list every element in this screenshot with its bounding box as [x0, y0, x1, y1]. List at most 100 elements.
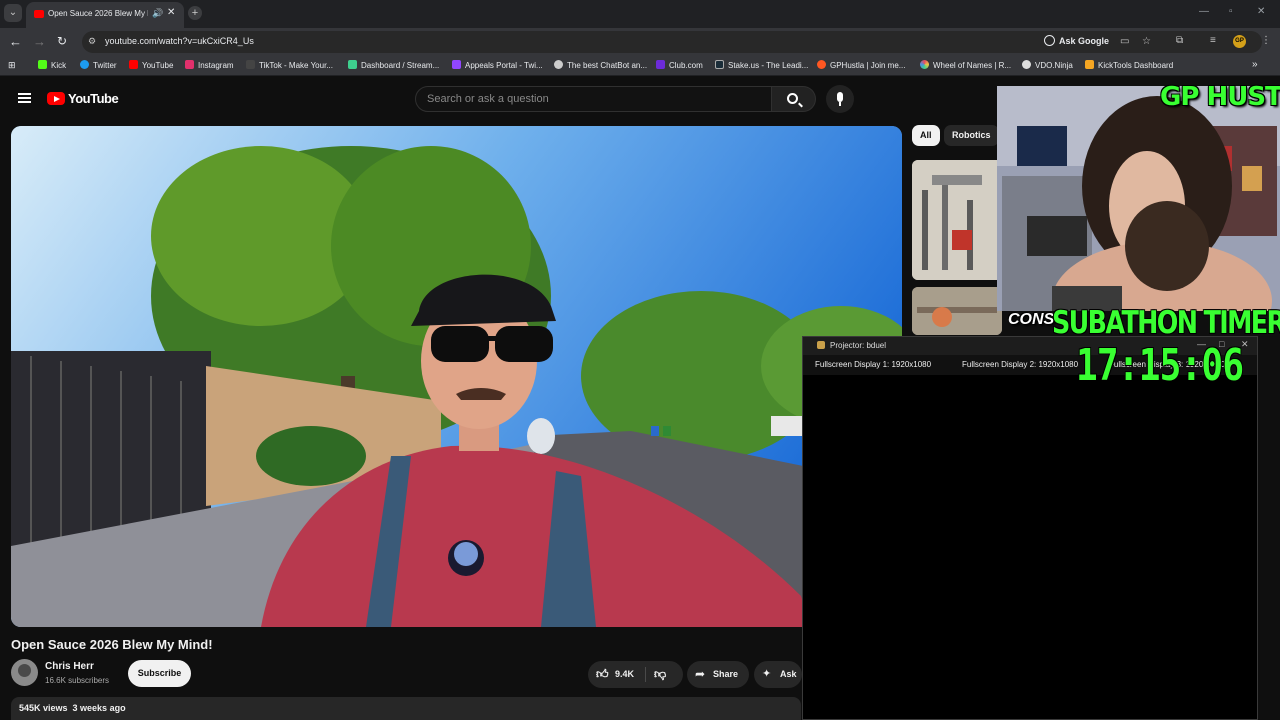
- tab-close-icon[interactable]: ✕: [167, 7, 175, 18]
- sparkle-icon: ✦: [762, 668, 772, 680]
- subscriber-count: 16.6K subscribers: [45, 676, 110, 685]
- profile-avatar[interactable]: GP: [1233, 35, 1246, 48]
- ask-label: Ask: [780, 669, 797, 679]
- bookmark-wheel-of-names[interactable]: Wheel of Names | R...: [920, 60, 1011, 70]
- bookmark-kick[interactable]: Kick: [38, 60, 66, 70]
- ask-button[interactable]: ✦ Ask: [754, 661, 802, 688]
- search-input[interactable]: Search or ask a question: [415, 86, 772, 112]
- gphustla-icon: [817, 60, 826, 69]
- vdo-ninja-icon: [1022, 60, 1031, 69]
- minimize-icon[interactable]: —: [1199, 6, 1209, 17]
- dislike-icon[interactable]: 👎︎: [654, 661, 666, 688]
- share-label: Share: [713, 669, 739, 679]
- restore-icon[interactable]: ▫: [1229, 6, 1233, 17]
- channel-name-overlay: GP HUSTLA: [1160, 82, 1280, 112]
- apps-grid-icon[interactable]: ⊞: [8, 60, 16, 71]
- fullscreen-display-2-item[interactable]: Fullscreen Display 2: 1920x1080: [962, 360, 1078, 369]
- reload-icon[interactable]: ↻: [57, 34, 67, 48]
- more-bookmarks-icon[interactable]: »: [1252, 59, 1258, 70]
- bookmark-label: Appeals Portal - Twi...: [465, 61, 543, 70]
- forward-icon[interactable]: →: [33, 34, 46, 49]
- thumbnail-image: [912, 160, 1002, 280]
- bookmark-label: Twitter: [93, 61, 117, 70]
- bookmarks-bar: ⊞ Kick Twitter YouTube Instagram TikTok …: [0, 56, 1280, 76]
- bookmark-vdo-ninja[interactable]: VDO.Ninja: [1022, 60, 1073, 70]
- new-tab-button[interactable]: +: [188, 6, 202, 20]
- projector-window: Projector: bduel — □ ✕ Fullscreen Displa…: [802, 336, 1258, 720]
- speaker-icon[interactable]: 🔊: [152, 8, 163, 19]
- bookmark-label: Instagram: [198, 61, 234, 70]
- browser-tab-active[interactable]: Open Sauce 2026 Blew My M 🔊 ✕: [26, 2, 184, 28]
- browser-menu-icon[interactable]: ⋮: [1261, 35, 1271, 46]
- bookmark-star-icon[interactable]: ☆: [1142, 36, 1151, 47]
- video-player[interactable]: [11, 126, 902, 627]
- kicktools-icon: [1085, 60, 1094, 69]
- search-icon: [787, 93, 798, 104]
- bookmark-label: Club.com: [669, 61, 703, 70]
- club-icon: [656, 60, 665, 69]
- bookmark-appeals[interactable]: Appeals Portal - Twi...: [452, 60, 543, 70]
- bookmark-instagram[interactable]: Instagram: [185, 60, 234, 70]
- dashboard-icon: [348, 60, 357, 69]
- webcam-image: [997, 86, 1280, 311]
- chatbot-icon: [554, 60, 563, 69]
- views-and-date: 545K views 3 weeks ago: [19, 703, 126, 713]
- google-lens-icon: [1044, 35, 1055, 46]
- video-title: Open Sauce 2026 Blew My Mind!: [11, 637, 213, 652]
- tiktok-icon: [246, 60, 255, 69]
- site-info-icon[interactable]: ⚙: [88, 36, 96, 47]
- menu-icon[interactable]: [18, 93, 31, 103]
- thumbnail-image: [912, 287, 1002, 335]
- url-text[interactable]: youtube.com/watch?v=ukCxiCR4_Us: [105, 36, 254, 46]
- twitter-icon: [80, 60, 89, 69]
- video-description-box[interactable]: 545K views 3 weeks ago: [11, 697, 801, 720]
- channel-name[interactable]: Chris Herr: [45, 661, 94, 672]
- extensions-icon[interactable]: ⧉: [1176, 35, 1183, 46]
- subathon-timer-value: 17:15:06: [1076, 340, 1244, 391]
- bookmark-twitter[interactable]: Twitter: [80, 60, 117, 70]
- close-window-icon[interactable]: ✕: [1257, 6, 1265, 17]
- bookmark-label: TikTok - Make Your...: [259, 61, 333, 70]
- bookmark-gphustla[interactable]: GPHustla | Join me...: [817, 60, 905, 70]
- address-bar[interactable]: ⚙ youtube.com/watch?v=ukCxiCR4_Us Ask Go…: [82, 31, 1262, 53]
- bookmark-dashboard[interactable]: Dashboard / Stream...: [348, 60, 439, 70]
- chip-robotics[interactable]: Robotics: [944, 125, 999, 146]
- search-button[interactable]: [772, 86, 816, 112]
- bookmark-label: Wheel of Names | R...: [933, 61, 1012, 70]
- voice-search-icon[interactable]: [826, 85, 854, 113]
- bookmark-label: The best ChatBot an...: [567, 61, 648, 70]
- bookmark-stake[interactable]: Stake.us - The Leadi...: [715, 60, 808, 70]
- like-dislike-group: 👍︎ 9.4K 👎︎: [588, 661, 683, 688]
- tab-title: Open Sauce 2026 Blew My M: [48, 9, 148, 18]
- like-divider: [645, 667, 646, 682]
- instagram-icon: [185, 60, 194, 69]
- bookmark-label: Kick: [51, 61, 67, 70]
- obs-icon: [817, 341, 825, 349]
- like-icon[interactable]: 👍︎: [596, 661, 609, 688]
- back-icon[interactable]: ←: [9, 34, 22, 49]
- wheel-icon: [920, 60, 929, 69]
- fullscreen-display-1-item[interactable]: Fullscreen Display 1: 1920x1080: [815, 360, 931, 369]
- tab-search-button[interactable]: ⌄: [4, 4, 22, 22]
- bookmark-kicktools[interactable]: KickTools Dashboard: [1085, 60, 1173, 70]
- bookmark-chatbot[interactable]: The best ChatBot an...: [554, 60, 647, 70]
- cons-overlay-text: CONS: [1008, 311, 1055, 328]
- like-count[interactable]: 9.4K: [615, 661, 634, 688]
- ask-google-button[interactable]: Ask Google: [1044, 35, 1109, 50]
- chip-all[interactable]: All: [912, 125, 940, 146]
- bookmark-label: GPHustla | Join me...: [830, 61, 906, 70]
- recommended-thumbnail-1[interactable]: [912, 160, 1002, 280]
- youtube-logo-icon[interactable]: [47, 92, 65, 105]
- subscribe-button[interactable]: Subscribe: [128, 660, 191, 687]
- ask-google-label: Ask Google: [1059, 36, 1110, 46]
- channel-avatar[interactable]: [11, 659, 38, 686]
- youtube-logo-text[interactable]: YouTube: [68, 91, 119, 106]
- bookmark-youtube[interactable]: YouTube: [129, 60, 173, 70]
- recommended-thumbnail-2[interactable]: [912, 287, 1002, 335]
- cast-icon[interactable]: ▭: [1120, 36, 1129, 47]
- bookmark-label: VDO.Ninja: [1035, 61, 1073, 70]
- bookmark-club[interactable]: Club.com: [656, 60, 703, 70]
- share-button[interactable]: ➦ Share: [687, 661, 749, 688]
- bookmark-tiktok[interactable]: TikTok - Make Your...: [246, 60, 333, 70]
- reading-list-icon[interactable]: ≡: [1210, 35, 1216, 46]
